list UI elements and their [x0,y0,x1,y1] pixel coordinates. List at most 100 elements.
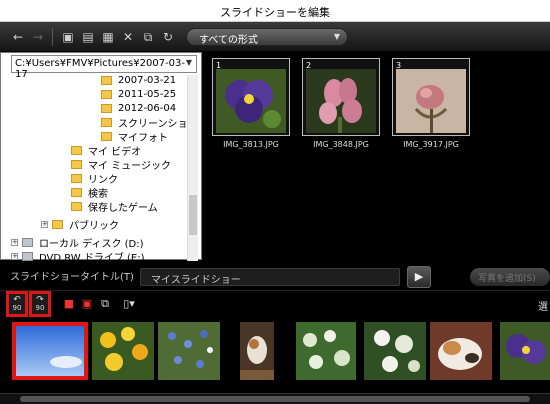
photo-frame: 2 [302,58,380,136]
window-title: スライドショーを編集 [220,6,330,19]
format-filter-value: すべての形式 [199,35,258,46]
arrange-icon[interactable]: ⧉ [98,297,112,311]
toolbar: ← → ▣ ▤ ▦ ✕ ⧉ ↻ すべての形式 ▼ [0,22,550,52]
film-image-cat [430,322,492,380]
rotate-right-degrees: 90 [35,304,45,312]
tree-item[interactable]: 保存したゲーム [71,199,158,214]
tree-item-label: リンク [88,174,118,186]
forward-arrow-icon[interactable]: → [30,29,46,45]
tree-item[interactable]: スクリーンショット [101,115,189,130]
film-image-white-flowers [296,322,356,380]
photo-filename: IMG_3813.JPG [223,140,279,149]
filmstrip-item[interactable] [158,322,220,380]
folder-icon [71,173,82,183]
folder-icon [101,75,112,85]
add-photo-button[interactable]: 写真を追加(S) [470,268,550,286]
photo-grid: 1 IMG_3813.JPG 2 IMG_3848.JPG 3 IMG_3917… [202,52,550,260]
filmstrip [0,318,550,392]
photo-thumbnail[interactable]: 2 IMG_3848.JPG [302,58,380,149]
folder-panel: C:¥Users¥FMV¥Pictures¥2007-03-17 ▼ 2007-… [0,52,202,261]
rotate-right-button[interactable]: ↷ 90 [29,291,51,317]
rotate-left-button[interactable]: ↶ 90 [6,291,28,317]
delete-icon[interactable]: ✕ [120,29,136,45]
folder-tree: 2007-03-21 2011-05-25 2012-06-04 スクリーンショットマ… [11,75,189,261]
slideshow-title-label: スライドショータイトル(T) [10,272,134,283]
filmstrip-item[interactable] [92,322,154,380]
filmstrip-item[interactable] [296,322,356,380]
folder-icon [101,89,112,99]
folder-icon [101,131,112,141]
film-image-yellow-flowers [92,322,154,380]
copy-icon[interactable]: ⧉ [140,29,156,45]
expand-toggle-icon[interactable]: + [41,220,48,228]
tree-item[interactable]: マイフォト [101,129,168,144]
tree-item[interactable]: 2007-03-21 [101,75,176,87]
tree-item[interactable]: + DVD RW ドライブ (E:) [11,249,145,261]
filmstrip-item[interactable] [430,322,492,380]
folder-icon [101,117,112,127]
page-icon[interactable]: ▯▾ [122,297,136,311]
folder-icon [52,219,63,229]
film-image-blue-flowers [158,322,220,380]
tree-item-label: 2012-06-04 [118,102,177,114]
tree-item-label: ローカル ディスク (D:) [39,238,144,250]
rotate-right-icon: ↷ [36,295,44,305]
filmstrip-scrollbar[interactable] [0,393,550,404]
new-folder-icon[interactable]: ▤ [80,29,96,45]
slideshow-title-input[interactable]: マイスライドショー [140,268,400,286]
tree-item[interactable]: + ローカル ディスク (D:) [11,235,144,250]
photo-image-purple-pansy [216,69,286,133]
rotate-left-icon: ↶ [13,295,21,305]
scrollbar-thumb[interactable] [189,195,197,235]
photo-frame: 3 [392,58,470,136]
folder-icon [101,103,112,113]
folder-tree-scrollbar[interactable] [187,75,198,261]
folder-icon [71,159,82,169]
tree-item-label: 2011-05-25 [118,88,177,100]
photo-thumbnail[interactable]: 1 IMG_3813.JPG [212,58,290,149]
tree-item[interactable]: マイ ミュージック [71,157,171,172]
filmstrip-item[interactable] [240,322,274,380]
remove-icon[interactable]: ■ [62,297,76,311]
back-arrow-icon[interactable]: ← [10,29,26,45]
expand-toggle-icon[interactable]: + [11,238,18,246]
film-image-purple-pansy [500,322,550,380]
photo-image-pink-bud [396,69,466,133]
tree-item-label: マイ ビデオ [88,146,142,158]
play-preview-button[interactable]: ▶ [407,266,431,288]
drive-icon [22,251,33,261]
tree-item-label: マイ ミュージック [88,160,171,172]
folder-icon [71,145,82,155]
scrollbar-thumb[interactable] [20,396,530,402]
folder-path-dropdown[interactable]: C:¥Users¥FMV¥Pictures¥2007-03-17 ▼ [11,55,197,80]
tree-item[interactable]: 2012-06-04 [101,101,176,115]
slideshow-title-row: スライドショータイトル(T) マイスライドショー ▶ 写真を追加(S) [0,262,550,290]
tree-item-label: スクリーンショット [118,118,189,130]
remove-all-icon[interactable]: ▣ [80,297,94,311]
photo-thumbnail[interactable]: 3 IMG_3917.JPG [392,58,470,149]
tree-item-label: マイフォト [118,132,168,144]
select-label: 選 [538,302,548,313]
filmstrip-item-selected[interactable] [12,322,88,380]
filmstrip-item[interactable] [364,322,426,380]
tree-item-label: 2007-03-21 [118,75,177,86]
tree-item[interactable]: + パブリック [41,217,119,232]
tree-item[interactable]: 検索 [71,185,108,200]
refresh-icon[interactable]: ↻ [160,29,176,45]
format-filter-dropdown[interactable]: すべての形式 ▼ [186,28,348,46]
chevron-down-icon: ▼ [333,32,340,41]
filmstrip-item[interactable] [500,322,550,380]
film-image-white-blossoms [364,322,426,380]
tree-item[interactable]: リンク [71,171,118,186]
expand-toggle-icon[interactable]: + [11,252,18,260]
tree-item-label: DVD RW ドライブ (E:) [39,252,145,262]
folder-up-icon[interactable]: ▣ [60,29,76,45]
chevron-down-icon: ▼ [185,58,192,67]
photo-image-pink-flowers [306,69,376,133]
tree-item[interactable]: マイ ビデオ [71,143,142,158]
rotate-left-degrees: 90 [12,304,22,312]
folder-icon [71,187,82,197]
properties-icon[interactable]: ▦ [100,29,116,45]
tree-item[interactable]: 2011-05-25 [101,87,176,101]
film-image-cat-portrait [240,322,274,380]
